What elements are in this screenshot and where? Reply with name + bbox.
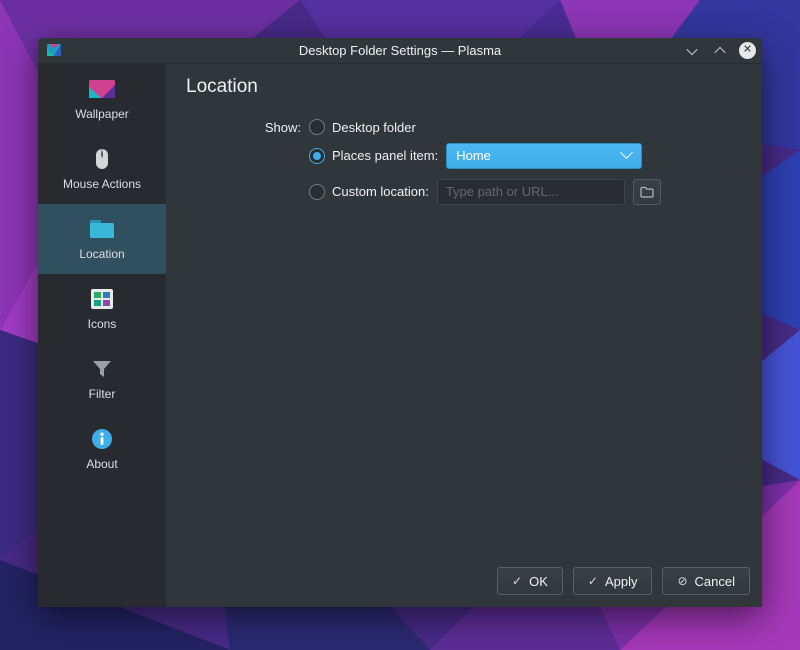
sidebar-item-label: Wallpaper — [75, 107, 129, 121]
custom-location-input[interactable] — [437, 179, 625, 205]
show-label: Show: — [261, 120, 301, 135]
check-icon: ✓ — [512, 575, 522, 587]
cancel-button[interactable]: ⊘ Cancel — [662, 567, 750, 595]
sidebar-item-location[interactable]: Location — [38, 204, 166, 274]
folder-small-icon — [640, 186, 654, 198]
shade-button[interactable] — [683, 42, 701, 60]
places-panel-radio[interactable] — [309, 148, 325, 164]
filter-funnel-icon — [89, 357, 115, 381]
settings-window: Desktop Folder Settings — Plasma ✕ Wallp… — [38, 38, 762, 606]
desktop-folder-radio[interactable] — [309, 119, 325, 135]
sidebar-item-mouse-actions[interactable]: Mouse Actions — [38, 134, 166, 204]
mouse-icon — [89, 147, 115, 171]
places-panel-row: Places panel item: Home — [261, 142, 752, 169]
chevron-up-icon — [714, 46, 725, 57]
page-title: Location — [186, 76, 258, 98]
location-settings-page: Location Show: Desktop folder Places pan… — [166, 64, 762, 607]
settings-sidebar: Wallpaper Mouse Actions — [38, 64, 166, 607]
sidebar-item-label: Mouse Actions — [63, 177, 141, 191]
sidebar-item-label: Icons — [88, 317, 117, 331]
desktop-folder-label[interactable]: Desktop folder — [332, 120, 416, 135]
sidebar-item-icons[interactable]: Icons — [38, 274, 166, 344]
maximize-button[interactable] — [711, 42, 729, 60]
ok-button-label: OK — [529, 574, 548, 589]
custom-location-radio[interactable] — [309, 184, 325, 200]
sidebar-item-label: About — [86, 457, 117, 471]
info-icon — [89, 427, 115, 451]
sidebar-item-label: Location — [79, 247, 124, 261]
custom-location-label[interactable]: Custom location: — [332, 184, 429, 199]
ok-button[interactable]: ✓ OK — [497, 567, 563, 595]
titlebar[interactable]: Desktop Folder Settings — Plasma ✕ — [38, 38, 762, 64]
cancel-slash-icon: ⊘ — [677, 575, 687, 587]
window-controls: ✕ — [683, 38, 756, 63]
custom-location-row: Custom location: — [261, 178, 752, 205]
browse-folder-button[interactable] — [633, 179, 661, 205]
apply-button[interactable]: ✓ Apply — [573, 567, 653, 595]
apply-button-label: Apply — [605, 574, 638, 589]
close-icon: ✕ — [743, 45, 752, 56]
check-icon: ✓ — [588, 575, 598, 587]
icons-grid-icon — [89, 287, 115, 311]
dialog-footer: ✓ OK ✓ Apply ⊘ Cancel — [497, 567, 750, 595]
chevron-down-icon — [686, 43, 697, 54]
folder-icon — [89, 217, 115, 241]
sidebar-item-label: Filter — [89, 387, 116, 401]
sidebar-item-wallpaper[interactable]: Wallpaper — [38, 64, 166, 134]
window-title: Desktop Folder Settings — Plasma — [38, 43, 762, 58]
places-dropdown[interactable]: Home — [446, 143, 642, 169]
close-button[interactable]: ✕ — [739, 42, 756, 59]
sidebar-item-about[interactable]: About — [38, 414, 166, 484]
chevron-down-icon — [620, 146, 633, 159]
sidebar-item-filter[interactable]: Filter — [38, 344, 166, 414]
desktop-folder-row: Show: Desktop folder — [261, 116, 752, 138]
places-panel-label[interactable]: Places panel item: — [332, 148, 438, 163]
cancel-button-label: Cancel — [695, 574, 735, 589]
wallpaper-icon — [89, 77, 115, 101]
app-icon — [46, 42, 62, 58]
places-dropdown-value: Home — [447, 148, 622, 163]
